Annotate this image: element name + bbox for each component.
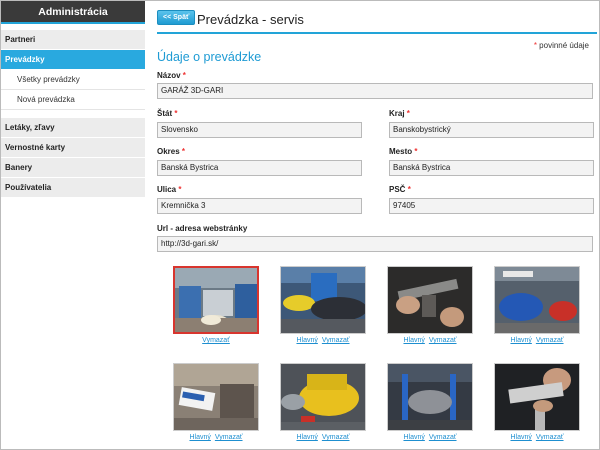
ulica-input[interactable]: Kremnička 3	[157, 198, 362, 214]
delete-photo-link[interactable]: Vymazať	[322, 434, 350, 441]
required-star: *	[533, 41, 537, 50]
set-main-photo-link[interactable]: Hlavný	[510, 337, 531, 344]
sidebar: Administrácia Partneri Prevádzky Všetky …	[1, 1, 145, 449]
photo-image[interactable]	[494, 363, 580, 431]
required-note: * povinné údaje	[534, 41, 589, 50]
back-button[interactable]: << Späť	[157, 10, 196, 25]
required-star: *	[182, 71, 186, 80]
sidebar-item-pouzivatelia[interactable]: Používatelia	[1, 178, 145, 198]
sidebar-item-banery[interactable]: Banery	[1, 158, 145, 178]
delete-photo-link[interactable]: Vymazať	[429, 337, 457, 344]
set-main-photo-link[interactable]: Hlavný	[403, 434, 424, 441]
photo-image[interactable]	[387, 266, 473, 334]
top-bar: << Späť Prevádzka - servis	[157, 1, 597, 34]
photo-thumb: Hlavný Vymazať	[280, 363, 366, 444]
ulica-label-text: Ulica	[157, 185, 177, 194]
set-main-photo-link[interactable]: Hlavný	[403, 337, 424, 344]
delete-photo-link[interactable]: Vymazať	[536, 434, 564, 441]
nazov-input[interactable]: GARÁŽ 3D-GARI	[157, 83, 593, 99]
okres-label-text: Okres	[157, 147, 180, 156]
required-note-text: povinné údaje	[539, 41, 589, 50]
photo-thumb: Hlavný Vymazať	[387, 266, 473, 347]
required-star: *	[414, 147, 418, 156]
okres-input[interactable]: Banská Bystrica	[157, 160, 362, 176]
mesto-label-text: Mesto	[389, 147, 413, 156]
required-star: *	[406, 109, 410, 118]
url-label: Url - adresa webstránky	[157, 224, 248, 233]
page-title: Prevádzka - servis	[197, 12, 304, 27]
photo-image[interactable]	[387, 363, 473, 431]
nazov-label: Názov *	[157, 71, 186, 80]
ulica-label: Ulica *	[157, 185, 181, 194]
delete-photo-link[interactable]: Vymazať	[429, 434, 457, 441]
sidebar-item-letaky-zlavy[interactable]: Letáky, zľavy	[1, 118, 145, 138]
nazov-label-text: Názov	[157, 71, 181, 80]
delete-photo-link[interactable]: Vymazať	[215, 434, 243, 441]
main-content: << Späť Prevádzka - servis * povinné úda…	[157, 1, 597, 441]
sidebar-item-vernostne-karty[interactable]: Vernostné karty	[1, 138, 145, 158]
photo-thumb: Vymazať	[173, 266, 259, 347]
photo-thumb: Hlavný Vymazať	[494, 363, 580, 444]
set-main-photo-link[interactable]: Hlavný	[296, 434, 317, 441]
set-main-photo-link[interactable]: Hlavný	[189, 434, 210, 441]
set-main-photo-link[interactable]: Hlavný	[296, 337, 317, 344]
photo-thumb: Hlavný Vymazať	[280, 266, 366, 347]
photo-image[interactable]	[280, 363, 366, 431]
photo-thumb: Hlavný Vymazať	[494, 266, 580, 347]
photo-image[interactable]	[280, 266, 366, 334]
delete-photo-link[interactable]: Vymazať	[202, 337, 230, 344]
required-star: *	[181, 147, 186, 156]
mesto-input[interactable]: Banská Bystrica	[389, 160, 594, 176]
delete-photo-link[interactable]: Vymazať	[322, 337, 350, 344]
photo-image[interactable]	[494, 266, 580, 334]
stat-label-text: Štát	[157, 109, 173, 118]
psc-input[interactable]: 97405	[389, 198, 594, 214]
required-star: *	[407, 185, 411, 194]
url-input[interactable]: http://3d-gari.sk/	[157, 236, 593, 252]
photo-thumb: Hlavný Vymazať	[173, 363, 259, 444]
psc-label-text: PSČ	[389, 185, 406, 194]
required-star: *	[174, 109, 178, 118]
sidebar-header: Administrácia	[1, 1, 145, 24]
sidebar-subitem-nova-prevadzka[interactable]: Nová prevádzka	[1, 90, 145, 110]
section-title: Údaje o prevádzke	[157, 50, 262, 64]
kraj-label: Kraj *	[389, 109, 410, 118]
kraj-select[interactable]: Banskobystrický	[389, 122, 594, 138]
photo-image[interactable]	[173, 266, 259, 334]
set-main-photo-link[interactable]: Hlavný	[510, 434, 531, 441]
sidebar-subitem-vsetky-prevadzky[interactable]: Všetky prevádzky	[1, 70, 145, 90]
okres-label: Okres *	[157, 147, 185, 156]
photo-image[interactable]	[173, 363, 259, 431]
stat-input[interactable]: Slovensko	[157, 122, 362, 138]
required-star: *	[178, 185, 182, 194]
sidebar-item-prevadzky[interactable]: Prevádzky	[1, 50, 145, 70]
kraj-label-text: Kraj	[389, 109, 405, 118]
psc-label: PSČ *	[389, 185, 411, 194]
stat-label: Štát *	[157, 109, 177, 118]
photo-thumb: Hlavný Vymazať	[387, 363, 473, 444]
sidebar-item-partneri[interactable]: Partneri	[1, 30, 145, 50]
mesto-label: Mesto *	[389, 147, 417, 156]
delete-photo-link[interactable]: Vymazať	[536, 337, 564, 344]
